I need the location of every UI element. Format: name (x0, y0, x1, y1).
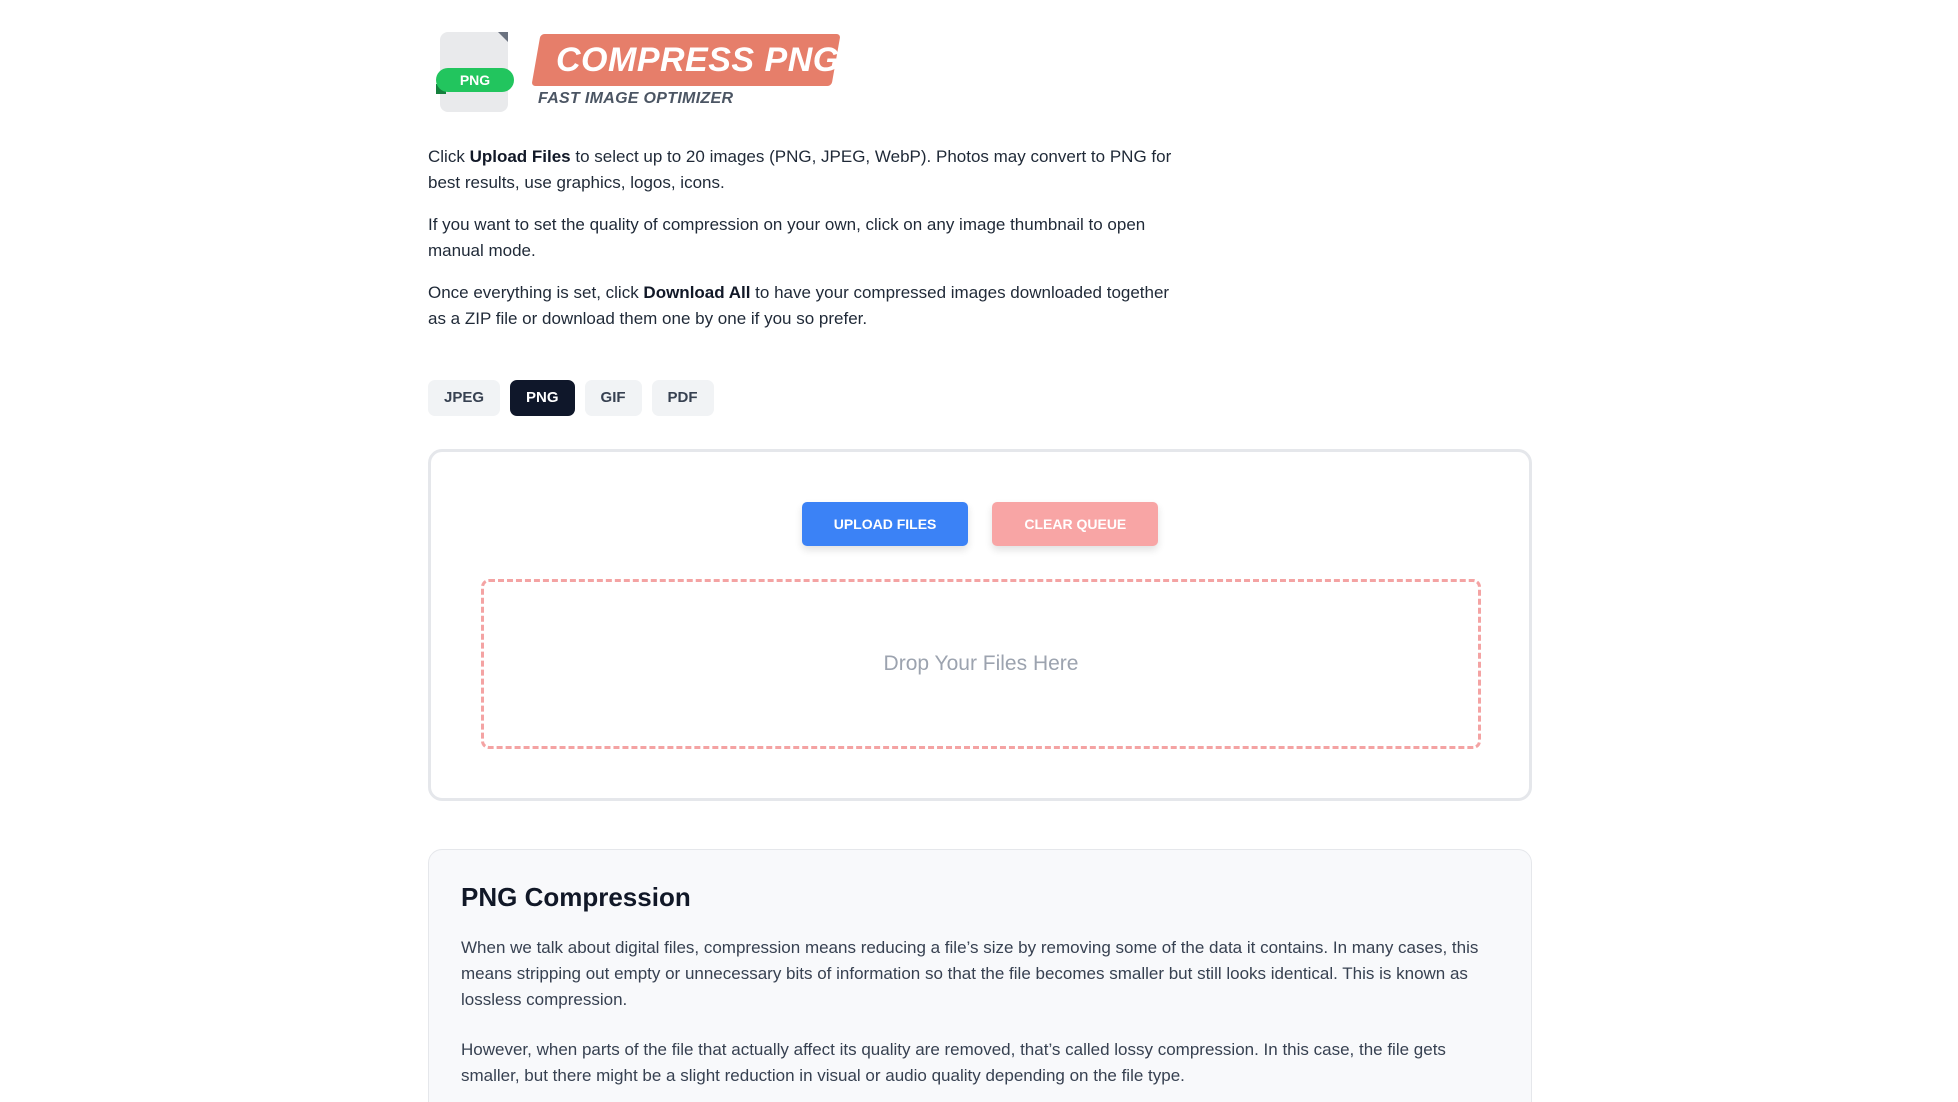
upload-panel: UPLOAD FILES CLEAR QUEUE Drop Your Files… (428, 449, 1532, 801)
upload-actions: UPLOAD FILES CLEAR QUEUE (431, 502, 1529, 546)
format-tabs: JPEG PNG GIF PDF (428, 380, 714, 416)
info-paragraph-lossy: However, when parts of the file that act… (461, 1040, 1446, 1085)
site-logo[interactable]: PNG COMPRESS PNG FAST IMAGE OPTIMIZER (428, 30, 1028, 114)
brand-subtitle: FAST IMAGE OPTIMIZER (538, 90, 734, 107)
info-paragraph-lossless: When we talk about digital files, compre… (461, 938, 1479, 1009)
tab-jpeg[interactable]: JPEG (428, 380, 501, 416)
tab-png[interactable]: PNG (510, 380, 575, 416)
png-file-icon-tag: PNG (436, 68, 514, 92)
clear-queue-button[interactable]: CLEAR QUEUE (992, 502, 1159, 546)
intro-paragraph-manual: If you want to set the quality of compre… (428, 215, 1146, 260)
intro-paragraph-download: Once everything is set, click Download A… (428, 283, 1170, 328)
file-dropzone[interactable]: Drop Your Files Here (481, 579, 1481, 749)
intro-text: Click Upload Files to select up to 20 im… (428, 144, 1188, 348)
dropzone-label: Drop Your Files Here (883, 652, 1079, 675)
tab-pdf[interactable]: PDF (651, 380, 714, 416)
intro-paragraph-upload: Click Upload Files to select up to 20 im… (428, 147, 1172, 192)
info-card: PNG Compression When we talk about digit… (428, 849, 1532, 1102)
png-file-icon: PNG (436, 32, 514, 112)
tab-gif[interactable]: GIF (584, 380, 642, 416)
brand-title: COMPRESS PNG (556, 41, 840, 79)
upload-files-button[interactable]: UPLOAD FILES (801, 502, 969, 546)
info-heading: PNG Compression (461, 882, 691, 912)
